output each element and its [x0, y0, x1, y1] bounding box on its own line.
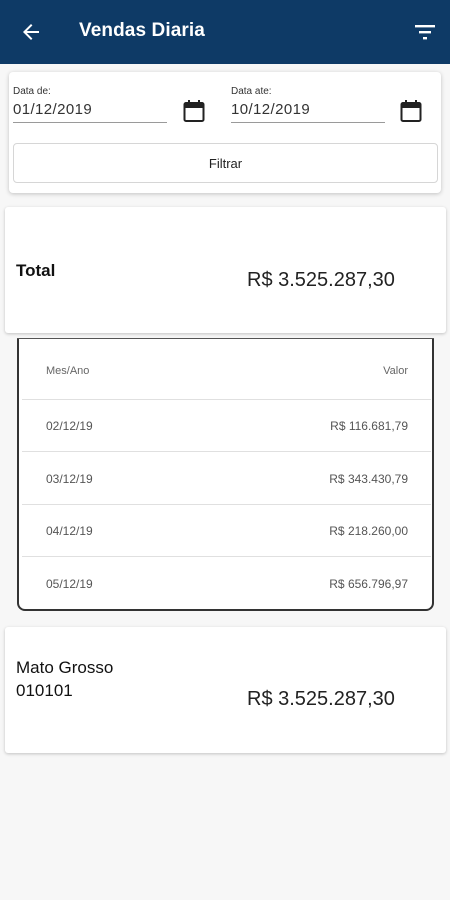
- row-value: R$ 343.430,79: [329, 471, 408, 486]
- date-from-label: Data de:: [13, 86, 51, 97]
- app-bar: Vendas Diaria: [0, 0, 450, 64]
- filter-button[interactable]: Filtrar: [13, 143, 438, 183]
- daily-sales-table: Mes/Ano Valor 02/12/19 R$ 116.681,79 03/…: [17, 338, 434, 611]
- region-name: Mato Grosso: [16, 658, 114, 677]
- table-header-row: Mes/Ano Valor: [22, 342, 431, 400]
- date-to-underline: [231, 122, 385, 123]
- table-row[interactable]: 04/12/19 R$ 218.260,00: [22, 505, 431, 557]
- date-from-underline: [13, 122, 167, 123]
- column-header-date: Mes/Ano: [46, 364, 90, 377]
- region-card[interactable]: Mato Grosso 010101 R$ 3.525.287,30: [5, 627, 446, 753]
- date-from-value[interactable]: 01/12/2019: [13, 101, 92, 118]
- page-title: Vendas Diaria: [79, 20, 205, 41]
- calendar-icon[interactable]: [400, 99, 422, 123]
- table-row[interactable]: 03/12/19 R$ 343.430,79: [22, 453, 431, 505]
- calendar-icon[interactable]: [183, 99, 205, 123]
- table-row[interactable]: 02/12/19 R$ 116.681,79: [22, 400, 431, 452]
- date-to-value[interactable]: 10/12/2019: [231, 101, 310, 118]
- row-date: 02/12/19: [46, 418, 93, 433]
- table-top-divider: [17, 338, 434, 339]
- row-date: 03/12/19: [46, 471, 93, 486]
- filter-list-icon[interactable]: [413, 22, 437, 42]
- total-card: Total R$ 3.525.287,30: [5, 207, 446, 333]
- region-code: 010101: [16, 681, 73, 700]
- date-to-label: Data ate:: [231, 86, 272, 97]
- date-from-field[interactable]: Data de: 01/12/2019: [13, 86, 92, 118]
- date-filter-card: Data de: 01/12/2019 Data ate: 10/12/2019…: [9, 72, 441, 193]
- row-value: R$ 116.681,79: [330, 418, 408, 433]
- column-header-value: Valor: [383, 364, 408, 377]
- row-date: 05/12/19: [46, 577, 93, 591]
- row-value: R$ 656.796,97: [329, 577, 408, 591]
- row-date: 04/12/19: [46, 523, 93, 538]
- arrow-left-icon[interactable]: [19, 20, 43, 44]
- row-value: R$ 218.260,00: [329, 523, 408, 538]
- total-value: R$ 3.525.287,30: [247, 269, 395, 291]
- region-value: R$ 3.525.287,30: [247, 688, 395, 710]
- total-label: Total: [16, 261, 56, 280]
- table-row[interactable]: 05/12/19 R$ 656.796,97: [22, 558, 431, 610]
- date-to-field[interactable]: Data ate: 10/12/2019: [231, 86, 310, 118]
